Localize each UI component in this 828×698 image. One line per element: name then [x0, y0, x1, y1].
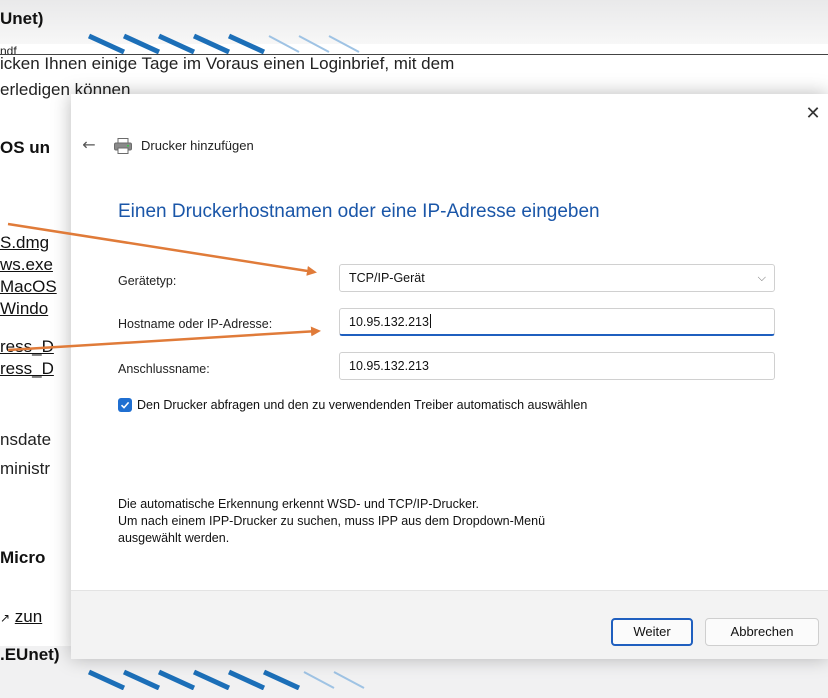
external-link-label: zun: [14, 607, 43, 626]
bg-text-line: icken Ihnen einige Tage im Voraus einen …: [0, 54, 455, 73]
download-link[interactable]: ress_D: [0, 337, 54, 357]
download-link[interactable]: MacOS: [0, 277, 57, 297]
dialog-title: Drucker hinzufügen: [141, 138, 254, 153]
decorative-stripes-top: [84, 32, 384, 54]
download-link[interactable]: ws.exe: [0, 255, 53, 275]
hostname-label: Hostname oder IP-Adresse:: [118, 317, 273, 331]
port-name-value: 10.95.132.213: [349, 359, 429, 373]
download-link[interactable]: ress_D: [0, 359, 54, 379]
section-heading-microsoft: Micro: [0, 548, 46, 567]
next-button[interactable]: Weiter: [611, 618, 693, 646]
decorative-stripes-bottom: [84, 668, 384, 690]
info-text-line: Die automatische Erkennung erkennt WSD- …: [118, 497, 480, 511]
port-name-input[interactable]: 10.95.132.213: [339, 352, 775, 380]
device-type-value: TCP/IP-Gerät: [349, 271, 425, 285]
section-heading-top: Unet): [0, 9, 44, 28]
close-button[interactable]: ✕: [801, 102, 825, 126]
cancel-button[interactable]: Abbrechen: [705, 618, 819, 646]
printer-icon: [114, 138, 132, 154]
auto-driver-checkbox-label[interactable]: Den Drucker abfragen und den zu verwende…: [137, 398, 587, 412]
device-type-select[interactable]: TCP/IP-Gerät ⌵: [339, 264, 775, 292]
external-link[interactable]: ↗ zun: [0, 607, 42, 627]
info-text-line: Um nach einem IPP-Drucker zu suchen, mus…: [118, 514, 546, 528]
auto-driver-checkbox[interactable]: [118, 398, 132, 412]
bg-text-line: nsdate: [0, 430, 52, 449]
hostname-input[interactable]: 10.95.132.213: [339, 308, 775, 336]
add-printer-dialog: ✕ ← Drucker hinzufügen Einen Druckerhost…: [71, 94, 828, 659]
section-heading-os: OS un: [0, 138, 51, 157]
bg-text-line: ministr: [0, 459, 51, 478]
dialog-body: ✕ ← Drucker hinzufügen Einen Druckerhost…: [71, 94, 828, 590]
back-arrow-icon[interactable]: ←: [79, 135, 99, 155]
dialog-heading: Einen Druckerhostnamen oder eine IP-Adre…: [118, 201, 600, 222]
download-link[interactable]: Windo: [0, 299, 48, 319]
section-heading-bottom: .EUnet): [0, 645, 60, 664]
hostname-value: 10.95.132.213: [349, 315, 429, 329]
device-type-label: Gerätetyp:: [118, 274, 177, 288]
download-link[interactable]: S.dmg: [0, 233, 49, 253]
chevron-down-icon: ⌵: [757, 271, 766, 284]
info-text-line: ausgewählt werden.: [118, 531, 230, 545]
external-link-icon: ↗: [0, 611, 11, 625]
port-name-label: Anschlussname:: [118, 362, 210, 376]
checkmark-icon: [120, 401, 130, 409]
text-caret: [429, 314, 431, 328]
